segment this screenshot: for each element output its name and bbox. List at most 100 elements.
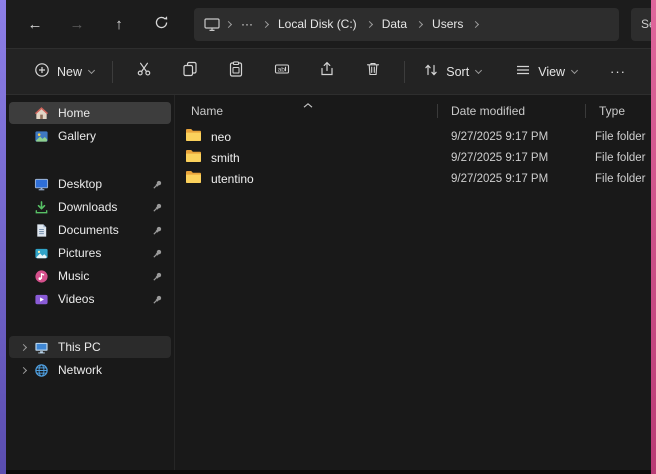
sidebar-item-label: Downloads: [58, 200, 117, 214]
column-header-label: Name: [191, 104, 223, 118]
breadcrumb-chevron-icon: [473, 22, 478, 27]
column-header-label: Type: [599, 104, 625, 118]
ellipsis-icon: ···: [610, 64, 626, 79]
view-button[interactable]: View: [505, 55, 587, 89]
pin-icon: [152, 248, 163, 259]
column-header-name[interactable]: Name: [175, 99, 437, 123]
sidebar-item-label: Videos: [58, 292, 94, 306]
breadcrumb-item-users[interactable]: Users: [424, 11, 471, 37]
sidebar-item-downloads[interactable]: Downloads: [9, 196, 171, 218]
sidebar-item-gallery[interactable]: Gallery: [9, 125, 171, 147]
breadcrumb-chevron-icon: [226, 22, 231, 27]
paste-icon: [228, 61, 244, 82]
folder-icon: [185, 170, 202, 187]
sidebar-item-label: Music: [58, 269, 89, 283]
breadcrumb-item-data[interactable]: Data: [374, 11, 415, 37]
expand-chevron-icon[interactable]: [13, 359, 33, 381]
navigation-pane: Home Gallery: [6, 95, 175, 470]
new-icon: [34, 62, 50, 81]
column-header-type[interactable]: Type: [585, 99, 651, 123]
breadcrumb-overflow-button[interactable]: ···: [233, 11, 261, 37]
address-bar[interactable]: ··· Local Disk (C:) Data Users: [194, 8, 619, 41]
file-type: File folder: [585, 131, 651, 143]
breadcrumb-item-local-disk-c[interactable]: Local Disk (C:): [270, 11, 365, 37]
file-explorer-window: ← → ↑ ··· Loc: [6, 0, 651, 470]
expander-spacer: [13, 265, 33, 287]
refresh-icon: [154, 15, 169, 34]
search-text: Se: [641, 17, 651, 31]
sidebar-item-videos[interactable]: Videos: [9, 288, 171, 310]
file-type: File folder: [585, 173, 651, 185]
sort-icon: [423, 62, 439, 81]
sidebar-item-desktop[interactable]: Desktop: [9, 173, 171, 195]
videos-icon: [33, 291, 49, 307]
cut-icon: [136, 61, 152, 82]
breadcrumb-chevron-icon: [263, 22, 268, 27]
sidebar-item-label: Desktop: [58, 177, 102, 191]
expander-spacer: [13, 196, 33, 218]
up-icon: ↑: [115, 16, 123, 33]
up-button[interactable]: ↑: [102, 7, 136, 41]
pin-icon: [152, 202, 163, 213]
copy-icon: [182, 61, 198, 82]
column-headers: Name Date modified Type: [175, 99, 651, 123]
command-bar: New: [6, 48, 651, 95]
chevron-down-icon: [475, 66, 482, 73]
file-row-neo[interactable]: neo 9/27/2025 9:17 PM File folder: [175, 126, 651, 147]
back-button[interactable]: ←: [18, 7, 52, 41]
music-icon: [33, 268, 49, 284]
see-more-button[interactable]: ···: [597, 55, 639, 89]
sidebar-section-gap: [6, 311, 174, 335]
breadcrumb-chevron-icon: [367, 22, 372, 27]
refresh-button[interactable]: [144, 7, 178, 41]
file-row-smith[interactable]: smith 9/27/2025 9:17 PM File folder: [175, 147, 651, 168]
pictures-icon: [33, 245, 49, 261]
desktop-icon: [33, 176, 49, 192]
file-date-modified: 9/27/2025 9:17 PM: [437, 173, 585, 185]
delete-icon: [365, 61, 381, 82]
sidebar-item-label: Gallery: [58, 129, 96, 143]
sidebar-item-documents[interactable]: Documents: [9, 219, 171, 241]
copy-button[interactable]: [169, 55, 211, 89]
column-header-date-modified[interactable]: Date modified: [437, 99, 585, 123]
computer-icon: [204, 17, 220, 32]
folder-icon: [185, 149, 202, 166]
search-input[interactable]: Se: [631, 8, 651, 41]
downloads-icon: [33, 199, 49, 215]
expander-spacer: [13, 219, 33, 241]
cut-button[interactable]: [123, 55, 165, 89]
sidebar-item-label: This PC: [58, 340, 101, 354]
sidebar-item-label: Home: [58, 106, 90, 120]
delete-button[interactable]: [352, 55, 394, 89]
sort-button[interactable]: Sort: [413, 55, 491, 89]
rename-icon: ab: [274, 61, 290, 82]
home-icon: [33, 105, 49, 121]
sidebar-item-label: Documents: [58, 223, 119, 237]
file-rows: neo 9/27/2025 9:17 PM File folder smi: [175, 126, 651, 189]
sidebar-item-network[interactable]: Network: [9, 359, 171, 381]
expander-spacer: [13, 125, 33, 147]
sidebar-item-home[interactable]: Home: [9, 102, 171, 124]
rename-button[interactable]: ab: [261, 55, 303, 89]
file-name: neo: [211, 130, 231, 144]
forward-button[interactable]: →: [60, 7, 94, 41]
expand-chevron-icon[interactable]: [13, 336, 33, 358]
new-button[interactable]: New: [24, 55, 104, 89]
view-button-label: View: [538, 65, 565, 79]
share-button[interactable]: [307, 55, 349, 89]
column-header-label: Date modified: [451, 104, 525, 118]
navigation-bar: ← → ↑ ··· Loc: [6, 0, 651, 48]
expander-spacer: [13, 102, 33, 124]
file-row-utentino[interactable]: utentino 9/27/2025 9:17 PM File folder: [175, 168, 651, 189]
sidebar-item-this-pc[interactable]: This PC: [9, 336, 171, 358]
chevron-down-icon: [88, 66, 95, 73]
pin-icon: [152, 225, 163, 236]
sidebar-item-pictures[interactable]: Pictures: [9, 242, 171, 264]
new-button-label: New: [57, 65, 82, 79]
paste-button[interactable]: [215, 55, 257, 89]
sidebar-section-gap: [6, 148, 174, 172]
chevron-down-icon: [571, 66, 578, 73]
sidebar-item-music[interactable]: Music: [9, 265, 171, 287]
file-list-area: Name Date modified Type: [175, 95, 651, 470]
folder-icon: [185, 128, 202, 145]
